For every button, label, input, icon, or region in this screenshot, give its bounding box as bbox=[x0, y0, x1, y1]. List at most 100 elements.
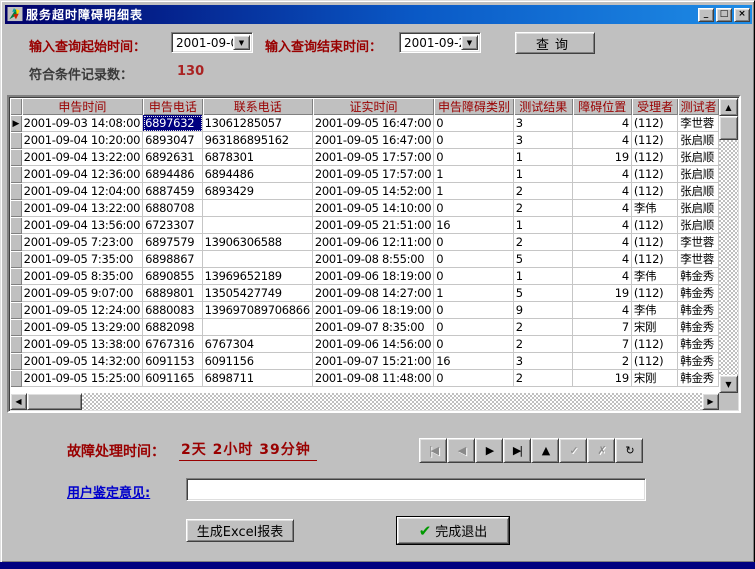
opinion-input[interactable] bbox=[186, 478, 646, 501]
row-selector[interactable] bbox=[10, 336, 22, 353]
cell[interactable]: 6882098 bbox=[143, 319, 202, 336]
cell[interactable]: (112) bbox=[632, 285, 678, 302]
table-row[interactable]: 2001-09-04 13:56:0067233072001-09-05 21:… bbox=[10, 217, 719, 234]
cell[interactable]: 6894486 bbox=[203, 166, 313, 183]
table-row[interactable]: ▶2001-09-03 14:08:0068976321306128505720… bbox=[10, 115, 719, 132]
cell[interactable]: 2 bbox=[514, 183, 573, 200]
cell[interactable]: 16 bbox=[434, 217, 513, 234]
nav-edit-button[interactable]: ▲ bbox=[531, 438, 559, 463]
cell[interactable]: 139697089706866 bbox=[203, 302, 313, 319]
title-bar[interactable]: 服务超时障碍明细表 _ □ × bbox=[5, 5, 752, 24]
cell[interactable]: 韩金秀 bbox=[678, 268, 719, 285]
cell[interactable]: 4 bbox=[573, 200, 632, 217]
cell[interactable]: 0 bbox=[434, 115, 513, 132]
cell[interactable]: 2001-09-05 13:38:00 bbox=[22, 336, 143, 353]
cell[interactable]: 13061285057 bbox=[203, 115, 313, 132]
cell[interactable]: 4 bbox=[573, 268, 632, 285]
cell[interactable]: (112) bbox=[632, 251, 678, 268]
cell[interactable]: 2001-09-05 17:57:00 bbox=[313, 149, 434, 166]
cell[interactable]: 李伟 bbox=[632, 268, 678, 285]
table-row[interactable]: 2001-09-05 9:07:006889801135054277492001… bbox=[10, 285, 719, 302]
cell[interactable]: 19 bbox=[573, 370, 632, 387]
cell[interactable]: 2001-09-05 12:24:00 bbox=[22, 302, 143, 319]
cell[interactable]: 3 bbox=[514, 132, 573, 149]
cell[interactable]: 7 bbox=[573, 319, 632, 336]
cell[interactable]: 宋刚 bbox=[632, 319, 678, 336]
cell[interactable]: 6091165 bbox=[143, 370, 202, 387]
cell[interactable]: 0 bbox=[434, 268, 513, 285]
cell[interactable]: 3 bbox=[514, 353, 573, 370]
row-selector[interactable] bbox=[10, 251, 22, 268]
scroll-down-icon[interactable]: ▼ bbox=[719, 375, 738, 393]
cell[interactable]: 4 bbox=[573, 115, 632, 132]
cell[interactable]: 2001-09-04 12:04:00 bbox=[22, 183, 143, 200]
cell[interactable]: (112) bbox=[632, 183, 678, 200]
cell[interactable]: 2001-09-07 8:35:00 bbox=[313, 319, 434, 336]
table-row[interactable]: 2001-09-05 15:25:00609116568987112001-09… bbox=[10, 370, 719, 387]
cell[interactable]: 2001-09-08 11:48:00 bbox=[313, 370, 434, 387]
cell[interactable]: 2001-09-06 18:19:00 bbox=[313, 268, 434, 285]
cell[interactable]: 4 bbox=[573, 251, 632, 268]
cell[interactable]: 2001-09-04 13:22:00 bbox=[22, 200, 143, 217]
cell[interactable]: 4 bbox=[573, 302, 632, 319]
cell[interactable]: 李伟 bbox=[632, 302, 678, 319]
cell[interactable]: 5 bbox=[514, 285, 573, 302]
cell[interactable]: 4 bbox=[573, 217, 632, 234]
cell[interactable]: (112) bbox=[632, 115, 678, 132]
cell[interactable]: 5 bbox=[514, 251, 573, 268]
column-header[interactable]: 申告时间 bbox=[22, 98, 143, 115]
cell[interactable]: 6890855 bbox=[143, 268, 202, 285]
row-selector[interactable] bbox=[10, 166, 22, 183]
cell[interactable]: 2001-09-04 12:36:00 bbox=[22, 166, 143, 183]
cell[interactable]: 2001-09-07 15:21:00 bbox=[313, 353, 434, 370]
table-row[interactable]: 2001-09-04 13:22:00689263168783012001-09… bbox=[10, 149, 719, 166]
row-selector[interactable] bbox=[10, 217, 22, 234]
cell[interactable]: 李伟 bbox=[632, 200, 678, 217]
cell[interactable]: 张启顺 bbox=[678, 132, 719, 149]
cell[interactable]: 16 bbox=[434, 353, 513, 370]
cell[interactable]: 0 bbox=[434, 319, 513, 336]
cell[interactable]: 6091156 bbox=[203, 353, 313, 370]
row-selector[interactable] bbox=[10, 285, 22, 302]
cell[interactable]: (112) bbox=[632, 166, 678, 183]
current-row-indicator[interactable]: ▶ bbox=[10, 115, 22, 132]
cell[interactable]: 2001-09-06 18:19:00 bbox=[313, 302, 434, 319]
row-selector[interactable] bbox=[10, 268, 22, 285]
nav-next-button[interactable]: ▶ bbox=[475, 438, 503, 463]
column-header[interactable]: 联系电话 bbox=[203, 98, 313, 115]
cell[interactable]: 2 bbox=[514, 370, 573, 387]
cell[interactable]: 韩金秀 bbox=[678, 336, 719, 353]
cell[interactable]: 1 bbox=[514, 217, 573, 234]
cell[interactable]: 韩金秀 bbox=[678, 353, 719, 370]
cell[interactable]: 6893429 bbox=[203, 183, 313, 200]
chevron-down-icon[interactable]: ▼ bbox=[233, 35, 250, 50]
row-selector[interactable] bbox=[10, 234, 22, 251]
row-selector[interactable] bbox=[10, 183, 22, 200]
nav-refresh-button[interactable]: ↻ bbox=[615, 438, 643, 463]
cell[interactable]: 0 bbox=[434, 302, 513, 319]
cell[interactable]: 6091153 bbox=[143, 353, 202, 370]
cell[interactable]: 1 bbox=[514, 166, 573, 183]
table-row[interactable]: 2001-09-05 13:29:0068820982001-09-07 8:3… bbox=[10, 319, 719, 336]
query-start-combobox[interactable]: 2001-09-05 ▼ bbox=[171, 32, 253, 53]
cell[interactable]: 4 bbox=[573, 234, 632, 251]
cell[interactable]: 2001-09-05 15:25:00 bbox=[22, 370, 143, 387]
cell[interactable]: 2001-09-05 16:47:00 bbox=[313, 132, 434, 149]
column-header[interactable]: 申告障碍类别 bbox=[434, 98, 513, 115]
cell[interactable] bbox=[203, 200, 313, 217]
table-row[interactable]: 2001-09-05 7:35:0068988672001-09-08 8:55… bbox=[10, 251, 719, 268]
table-row[interactable]: 2001-09-05 12:24:00688008313969708970686… bbox=[10, 302, 719, 319]
query-button[interactable]: 查询 bbox=[515, 32, 595, 54]
cell[interactable]: 宋刚 bbox=[632, 370, 678, 387]
cell[interactable]: 19 bbox=[573, 149, 632, 166]
cell[interactable]: 6893047 bbox=[143, 132, 202, 149]
cell[interactable]: 6887459 bbox=[143, 183, 202, 200]
cell[interactable]: 6880708 bbox=[143, 200, 202, 217]
cell[interactable]: 2001-09-05 14:52:00 bbox=[313, 183, 434, 200]
cell[interactable] bbox=[203, 251, 313, 268]
column-header[interactable]: 障碍位置 bbox=[573, 98, 632, 115]
scroll-right-icon[interactable]: ▶ bbox=[702, 393, 719, 410]
minimize-icon[interactable]: _ bbox=[698, 8, 714, 22]
cell[interactable]: 张启顺 bbox=[678, 149, 719, 166]
cell[interactable]: 6880083 bbox=[143, 302, 202, 319]
